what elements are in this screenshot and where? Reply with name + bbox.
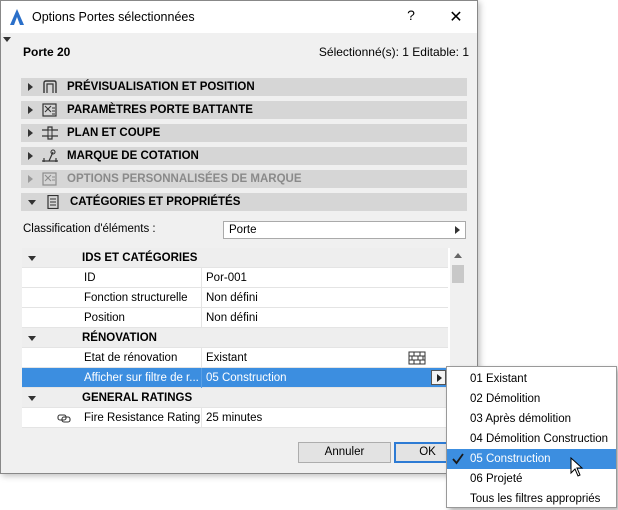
group-label: IDS ET CATÉGORIES — [82, 252, 198, 264]
collapse-arrow-icon — [28, 199, 36, 205]
property-value[interactable]: Non défini — [206, 292, 258, 304]
scroll-thumb[interactable] — [452, 265, 464, 283]
link-icon — [57, 414, 71, 423]
section-categories-properties[interactable]: CATÉGORIES ET PROPRIÉTÉS — [21, 193, 467, 211]
classification-select[interactable]: Porte — [223, 221, 466, 239]
brick-wall-icon — [408, 351, 426, 365]
menu-item[interactable]: 02 Démolition — [447, 389, 616, 409]
section-label: PRÉVISUALISATION ET POSITION — [67, 81, 255, 93]
group-label: RÉNOVATION — [82, 332, 157, 344]
door-preview-icon — [43, 80, 57, 93]
section-plan-section[interactable]: PLAN ET COUPE — [21, 124, 467, 142]
scroll-up-icon[interactable] — [454, 253, 462, 258]
expand-arrow-icon — [28, 175, 33, 183]
property-value[interactable]: Existant — [206, 352, 247, 364]
properties-table: IDS ET CATÉGORIES ID Por-001 Fonction st… — [22, 248, 466, 428]
checkmark-icon — [452, 453, 464, 465]
table-row[interactable]: ID Por-001 — [22, 268, 448, 288]
menu-item[interactable]: 01 Existant — [447, 369, 616, 389]
door-parameters-icon — [42, 103, 57, 117]
document-list-icon — [47, 195, 59, 209]
menu-item[interactable]: 04 Démolition Construction — [447, 429, 616, 449]
section-label: OPTIONS PERSONNALISÉES DE MARQUE — [67, 173, 302, 185]
property-name: Fonction structurelle — [84, 292, 188, 304]
group-ids-categories[interactable]: IDS ET CATÉGORIES — [22, 248, 448, 268]
expand-arrow-icon — [28, 129, 33, 137]
menu-item-selected[interactable]: 05 Construction — [447, 449, 616, 469]
table-row[interactable]: Fonction structurelle Non défini — [22, 288, 448, 308]
section-label: CATÉGORIES ET PROPRIÉTÉS — [70, 196, 241, 208]
selection-info: Sélectionné(s): 1 Editable: 1 — [318, 45, 469, 59]
group-renovation[interactable]: RÉNOVATION — [22, 328, 448, 348]
column-divider — [201, 268, 202, 288]
classification-label: Classification d'éléments : — [23, 223, 156, 235]
property-name: Position — [84, 312, 125, 324]
section-preview-position[interactable]: PRÉVISUALISATION ET POSITION — [21, 78, 467, 96]
section-custom-marker: OPTIONS PERSONNALISÉES DE MARQUE — [21, 170, 467, 188]
title-bar: Options Portes sélectionnées ? ✕ — [1, 1, 477, 33]
custom-marker-icon — [42, 172, 57, 186]
classification-value: Porte — [229, 224, 257, 236]
chevron-right-icon — [437, 374, 442, 382]
column-divider — [201, 368, 202, 388]
group-label: GENERAL RATINGS — [82, 392, 193, 404]
section-label: MARQUE DE COTATION — [67, 150, 199, 162]
close-button[interactable]: ✕ — [446, 7, 466, 27]
table-row[interactable]: Fire Resistance Rating 25 minutes — [22, 408, 448, 428]
renovation-filter-dropdown-menu: 01 Existant 02 Démolition 03 Après démol… — [446, 366, 617, 508]
dropdown-button[interactable] — [431, 370, 446, 385]
dimension-marker-icon — [42, 149, 58, 162]
column-divider — [201, 288, 202, 308]
table-row-selected[interactable]: Afficher sur filtre de r... 05 Construct… — [22, 368, 448, 388]
collapse-arrow-icon — [28, 256, 36, 261]
section-list: PRÉVISUALISATION ET POSITION PARAMÈTRES … — [21, 78, 467, 216]
mouse-pointer-icon — [570, 457, 584, 477]
property-name: Afficher sur filtre de r... — [84, 372, 199, 384]
table-row[interactable]: Position Non défini — [22, 308, 448, 328]
property-name: ID — [84, 272, 96, 284]
element-name: Porte 20 — [23, 45, 71, 59]
expand-arrow-icon — [28, 106, 33, 114]
section-label: PARAMÈTRES PORTE BATTANTE — [67, 104, 253, 116]
section-label: PLAN ET COUPE — [67, 127, 161, 139]
menu-item[interactable]: Tous les filtres appropriés — [447, 489, 616, 509]
column-divider — [201, 408, 202, 428]
table-row[interactable]: Etat de rénovation Existant — [22, 348, 448, 368]
archicad-app-icon — [10, 9, 24, 25]
property-name: Etat de rénovation — [84, 352, 178, 364]
section-door-parameters[interactable]: PARAMÈTRES PORTE BATTANTE — [21, 101, 467, 119]
window-title: Options Portes sélectionnées — [32, 10, 195, 24]
property-value[interactable]: Por-001 — [206, 272, 247, 284]
classification-row: Classification d'éléments : Porte — [23, 221, 467, 239]
expand-arrow-icon — [28, 152, 33, 160]
cancel-button[interactable]: Annuler — [298, 442, 391, 463]
collapse-arrow-icon — [28, 336, 36, 341]
section-dimension-marker[interactable]: MARQUE DE COTATION — [21, 147, 467, 165]
property-name: Fire Resistance Rating — [84, 412, 200, 424]
expand-arrow-icon — [28, 83, 33, 91]
options-dialog: Options Portes sélectionnées ? ✕ Porte 2… — [0, 0, 478, 474]
column-divider — [201, 308, 202, 328]
property-value[interactable]: 05 Construction — [206, 372, 287, 384]
menu-item[interactable]: 06 Projeté — [447, 469, 616, 489]
plan-section-icon — [42, 126, 58, 140]
collapse-arrow-icon[interactable] — [3, 37, 11, 42]
help-button[interactable]: ? — [401, 7, 421, 27]
chevron-right-icon — [455, 226, 460, 234]
menu-item[interactable]: 03 Après démolition — [447, 409, 616, 429]
column-divider — [201, 348, 202, 368]
collapse-arrow-icon — [28, 396, 36, 401]
property-value[interactable]: Non défini — [206, 312, 258, 324]
group-general-ratings[interactable]: GENERAL RATINGS — [22, 388, 448, 408]
menu-item-label: 05 Construction — [470, 453, 551, 465]
property-value[interactable]: 25 minutes — [206, 412, 262, 424]
